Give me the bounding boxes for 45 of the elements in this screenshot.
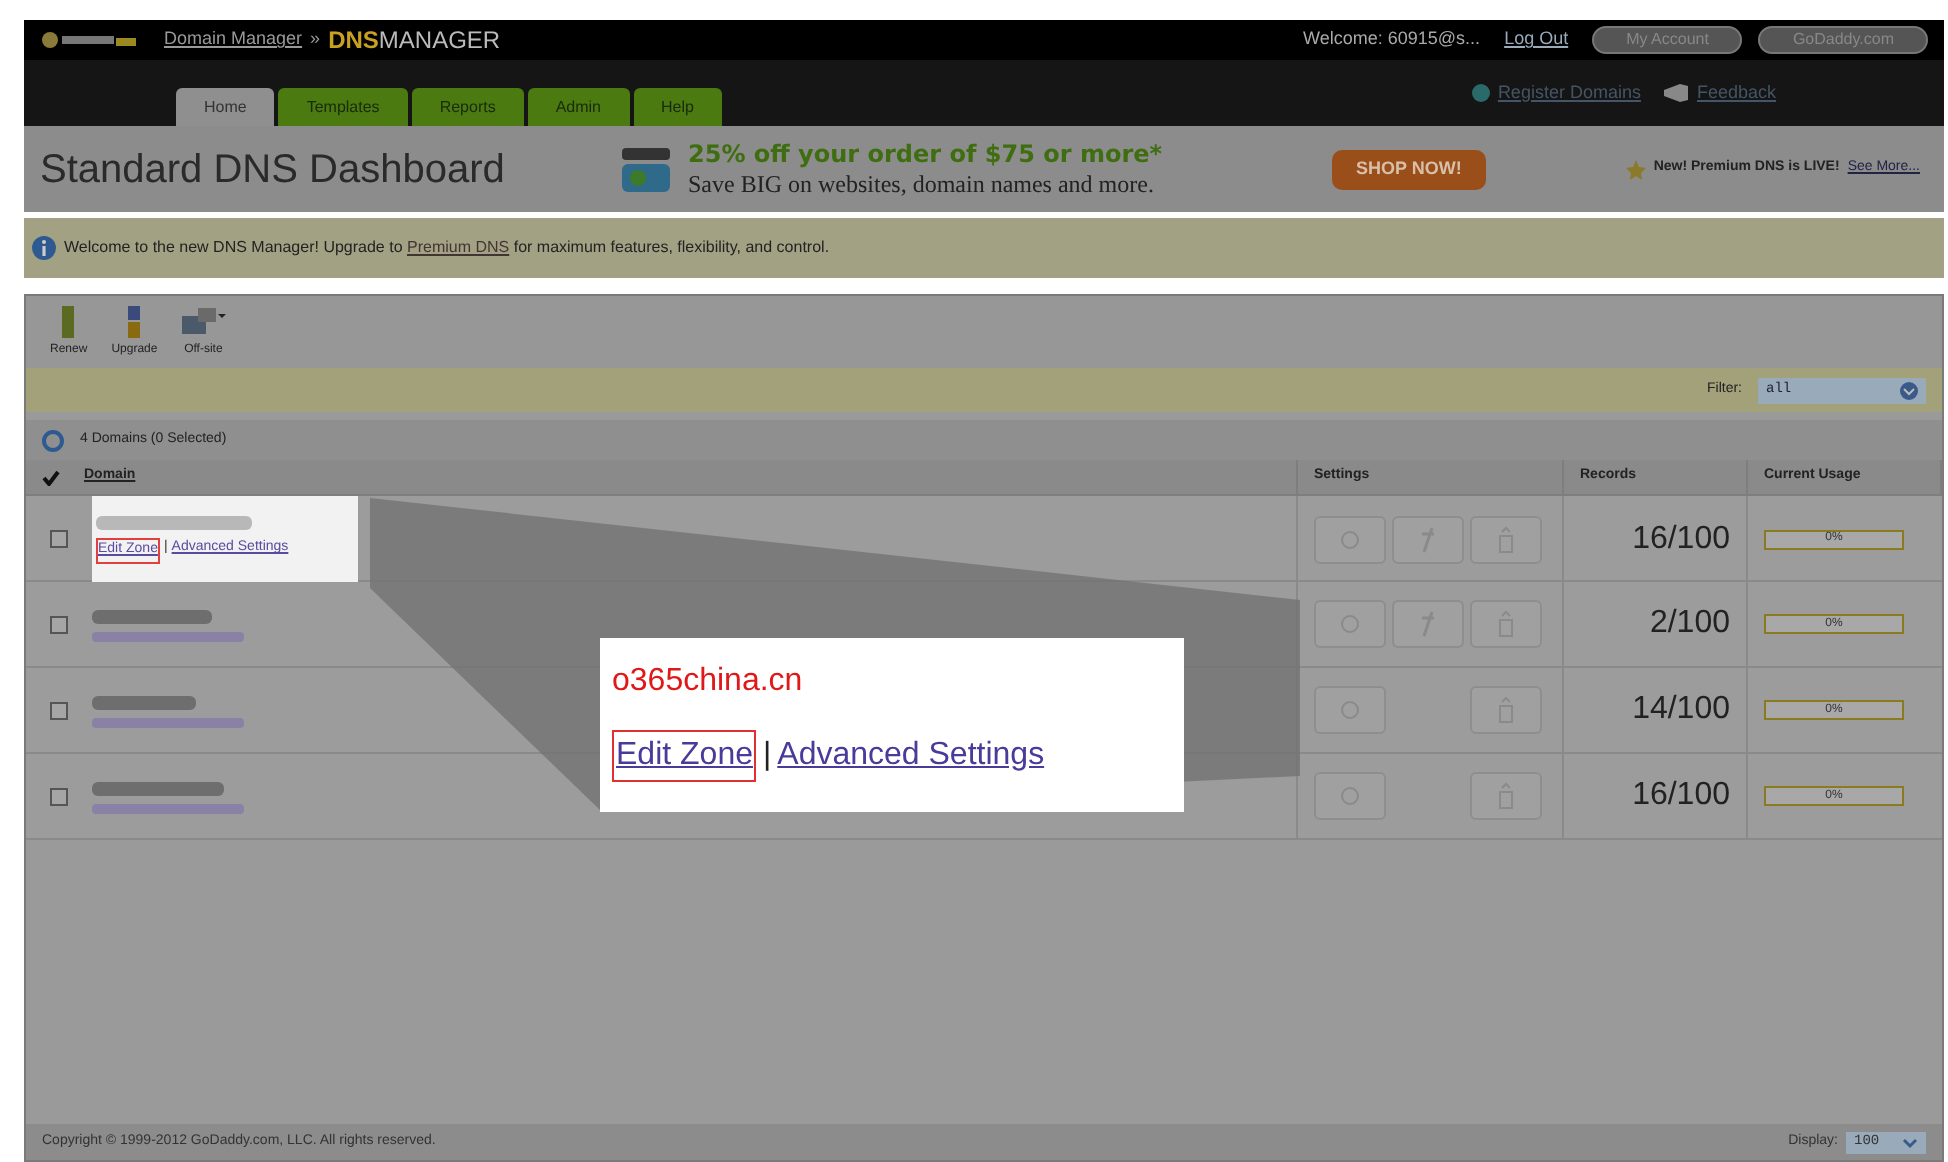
shop-now-button[interactable]: SHOP NOW! <box>1332 149 1486 189</box>
promo-icon <box>620 143 672 195</box>
blurred-domain-drawing <box>92 693 196 711</box>
checkmark-icon <box>42 469 60 485</box>
premium-dns-link[interactable]: Premium DNS <box>407 238 510 256</box>
info-icon <box>32 236 56 260</box>
nav-link[interactable]: Feedback <box>1696 79 1776 107</box>
record-count: 16/100 <box>1632 519 1730 559</box>
logo-icon <box>40 28 140 52</box>
renew-icon <box>60 306 77 338</box>
record-count: 16/100 <box>1632 776 1730 816</box>
row-checkbox[interactable] <box>50 530 68 548</box>
promo-subline: Save BIG on websites, domain names and more. <box>688 169 1156 199</box>
product-name: DNSMANAGER <box>328 24 501 58</box>
megaphone-icon <box>1664 84 1689 102</box>
edit-zone-link[interactable]: Edit Zone <box>612 730 757 782</box>
nav-tab[interactable]: Help <box>633 88 722 126</box>
domain-name: o365china.cn <box>612 662 805 702</box>
star-icon <box>1625 159 1646 179</box>
blurred-domain-drawing <box>92 779 224 797</box>
link-separator: | <box>762 736 772 776</box>
promo-headline: 25% off your order of $75 or more* <box>688 139 1165 169</box>
log-out-link[interactable]: Log Out <box>1504 26 1569 54</box>
nav-link[interactable]: Register Domains <box>1497 79 1641 107</box>
nav-tab[interactable]: Reports <box>411 88 524 126</box>
welcome-text: Welcome: 60915@s... <box>1303 26 1481 53</box>
record-count: 2/100 <box>1649 604 1730 644</box>
row-checkbox[interactable] <box>50 787 68 805</box>
nav-tab[interactable]: Templates <box>278 88 408 126</box>
upgrade-icon <box>124 306 145 338</box>
info-message: Welcome to the new DNS Manager! Upgrade to Premium DNS for maximum features, flexibility, and control. <box>64 236 830 260</box>
globe-icon <box>1471 84 1490 102</box>
blurred-domain-drawing <box>92 607 212 625</box>
advanced-settings-link[interactable]: Advanced Settings <box>777 732 1045 780</box>
dropdown-arrow-icon <box>1900 381 1918 399</box>
nav-tab[interactable]: Admin <box>527 88 630 126</box>
computers-icon <box>181 306 226 338</box>
row-checkbox[interactable] <box>50 615 68 633</box>
domain-manager-link[interactable]: Domain Manager <box>164 26 303 54</box>
page-title: Standard DNS Dashboard <box>40 145 507 195</box>
breadcrumb-separator: » <box>310 26 321 53</box>
row-checkbox[interactable] <box>50 701 68 719</box>
refresh-icon <box>42 429 64 451</box>
record-count: 14/100 <box>1632 690 1730 730</box>
nav-tab[interactable]: Home <box>176 88 275 126</box>
